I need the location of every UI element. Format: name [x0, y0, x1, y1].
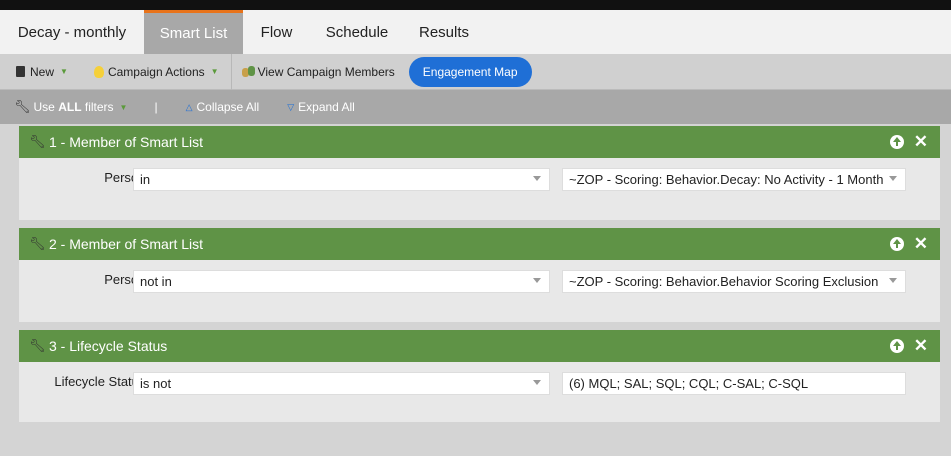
lightbulb-icon — [93, 65, 104, 78]
tab-schedule[interactable]: Schedule — [310, 10, 404, 54]
chevron-down-icon: ▼ — [119, 102, 128, 112]
filter-header-actions: ✕ — [889, 337, 928, 354]
filter-header-actions: ✕ — [889, 133, 928, 150]
window-top-bar — [0, 0, 951, 10]
people-icon — [241, 65, 256, 78]
close-icon[interactable]: ✕ — [914, 133, 928, 150]
chevron-down-icon — [889, 176, 897, 181]
toolbar: New ▼ Campaign Actions ▼ View Campaign M… — [0, 53, 951, 90]
filter-body: Person: not in ~ZOP - Scoring: Behavior.… — [19, 260, 940, 322]
filter-block-3: 🔧︎ 3 - Lifecycle Status ✕ Lifecycle Stat… — [19, 330, 940, 422]
move-up-icon[interactable] — [889, 339, 904, 353]
new-icon — [16, 66, 25, 77]
tab-bar: Decay - monthly Smart List Flow Schedule… — [0, 10, 951, 54]
value-select[interactable]: ~ZOP - Scoring: Behavior.Behavior Scorin… — [562, 270, 906, 293]
filter-title: 3 - Lifecycle Status — [49, 338, 168, 354]
wrench-icon: 🔧︎ — [29, 236, 46, 251]
filter-block-2: 🔧︎ 2 - Member of Smart List ✕ Person: no… — [19, 228, 940, 322]
filterbar-separator: | — [154, 100, 158, 114]
campaign-actions-label: Campaign Actions — [107, 64, 205, 79]
tab-flow[interactable]: Flow — [243, 10, 310, 54]
chevron-down-icon — [533, 380, 541, 385]
operator-select[interactable]: in — [133, 168, 550, 191]
expand-all-button[interactable]: ▽ Expand All — [287, 100, 355, 114]
filter-header[interactable]: 🔧︎ 3 - Lifecycle Status ✕ — [19, 330, 940, 362]
wrench-icon: 🔧︎ — [29, 134, 46, 149]
new-button[interactable]: New ▼ — [16, 65, 68, 79]
campaign-actions-button[interactable]: Campaign Actions ▼ — [93, 64, 219, 79]
use-all-filters-dropdown[interactable]: 🔧︎ Use ALL filters ▼ — [14, 99, 127, 115]
filter-bar: 🔧︎ Use ALL filters ▼ | △ Collapse All ▽ … — [0, 90, 951, 124]
tab-smart-list[interactable]: Smart List — [144, 10, 243, 54]
value-text: ~ZOP - Scoring: Behavior.Behavior Scorin… — [569, 274, 879, 289]
chevron-down-icon: ▼ — [60, 67, 68, 76]
view-campaign-members-label: View Campaign Members — [257, 64, 395, 79]
filter-header[interactable]: 🔧︎ 2 - Member of Smart List ✕ — [19, 228, 940, 260]
expand-all-label: Expand All — [298, 100, 355, 114]
close-icon[interactable]: ✕ — [914, 337, 928, 354]
tab-program-name[interactable]: Decay - monthly — [0, 10, 144, 54]
filter-title: 1 - Member of Smart List — [49, 134, 204, 150]
chevron-down-icon — [533, 176, 541, 181]
view-campaign-members-button[interactable]: View Campaign Members — [241, 64, 395, 79]
operator-select[interactable]: not in — [133, 270, 550, 293]
value-select[interactable]: ~ZOP - Scoring: Behavior.Decay: No Activ… — [562, 168, 906, 191]
tab-results[interactable]: Results — [404, 10, 484, 54]
use-label: Use — [33, 100, 55, 114]
wrench-icon: 🔧︎ — [14, 99, 31, 114]
value-text: (6) MQL; SAL; SQL; CQL; C-SAL; C-SQL — [569, 376, 809, 391]
filter-body: Lifecycle Status: is not (6) MQL; SAL; S… — [19, 362, 940, 422]
move-up-icon[interactable] — [889, 237, 904, 251]
filter-body: Person: in ~ZOP - Scoring: Behavior.Deca… — [19, 158, 940, 220]
operator-select[interactable]: is not — [133, 372, 550, 395]
smart-list-canvas: 🔧︎ 1 - Member of Smart List ✕ Person: in… — [0, 124, 951, 456]
filter-header[interactable]: 🔧︎ 1 - Member of Smart List ✕ — [19, 126, 940, 158]
filter-title: 2 - Member of Smart List — [49, 236, 204, 252]
filter-block-1: 🔧︎ 1 - Member of Smart List ✕ Person: in… — [19, 126, 940, 220]
engagement-map-button[interactable]: Engagement Map — [408, 56, 532, 87]
collapse-icon: △ — [185, 101, 193, 112]
operator-value: is not — [140, 376, 172, 391]
move-up-icon[interactable] — [889, 135, 904, 149]
operator-value: not in — [140, 274, 172, 289]
value-input[interactable]: (6) MQL; SAL; SQL; CQL; C-SAL; C-SQL — [562, 372, 906, 395]
operator-value: in — [140, 172, 151, 187]
toolbar-divider — [230, 53, 232, 90]
value-text: ~ZOP - Scoring: Behavior.Decay: No Activ… — [569, 172, 884, 187]
expand-icon: ▽ — [287, 101, 295, 112]
chevron-down-icon: ▼ — [210, 67, 219, 76]
new-label: New — [30, 64, 55, 79]
collapse-all-button[interactable]: △ Collapse All — [186, 100, 260, 114]
chevron-down-icon — [889, 278, 897, 283]
wrench-icon: 🔧︎ — [29, 338, 46, 353]
filter-header-actions: ✕ — [889, 235, 928, 252]
chevron-down-icon — [533, 278, 541, 283]
close-icon[interactable]: ✕ — [914, 235, 928, 252]
collapse-all-label: Collapse All — [196, 100, 260, 114]
filters-label: filters — [84, 100, 114, 114]
use-all-label: ALL — [58, 100, 82, 114]
